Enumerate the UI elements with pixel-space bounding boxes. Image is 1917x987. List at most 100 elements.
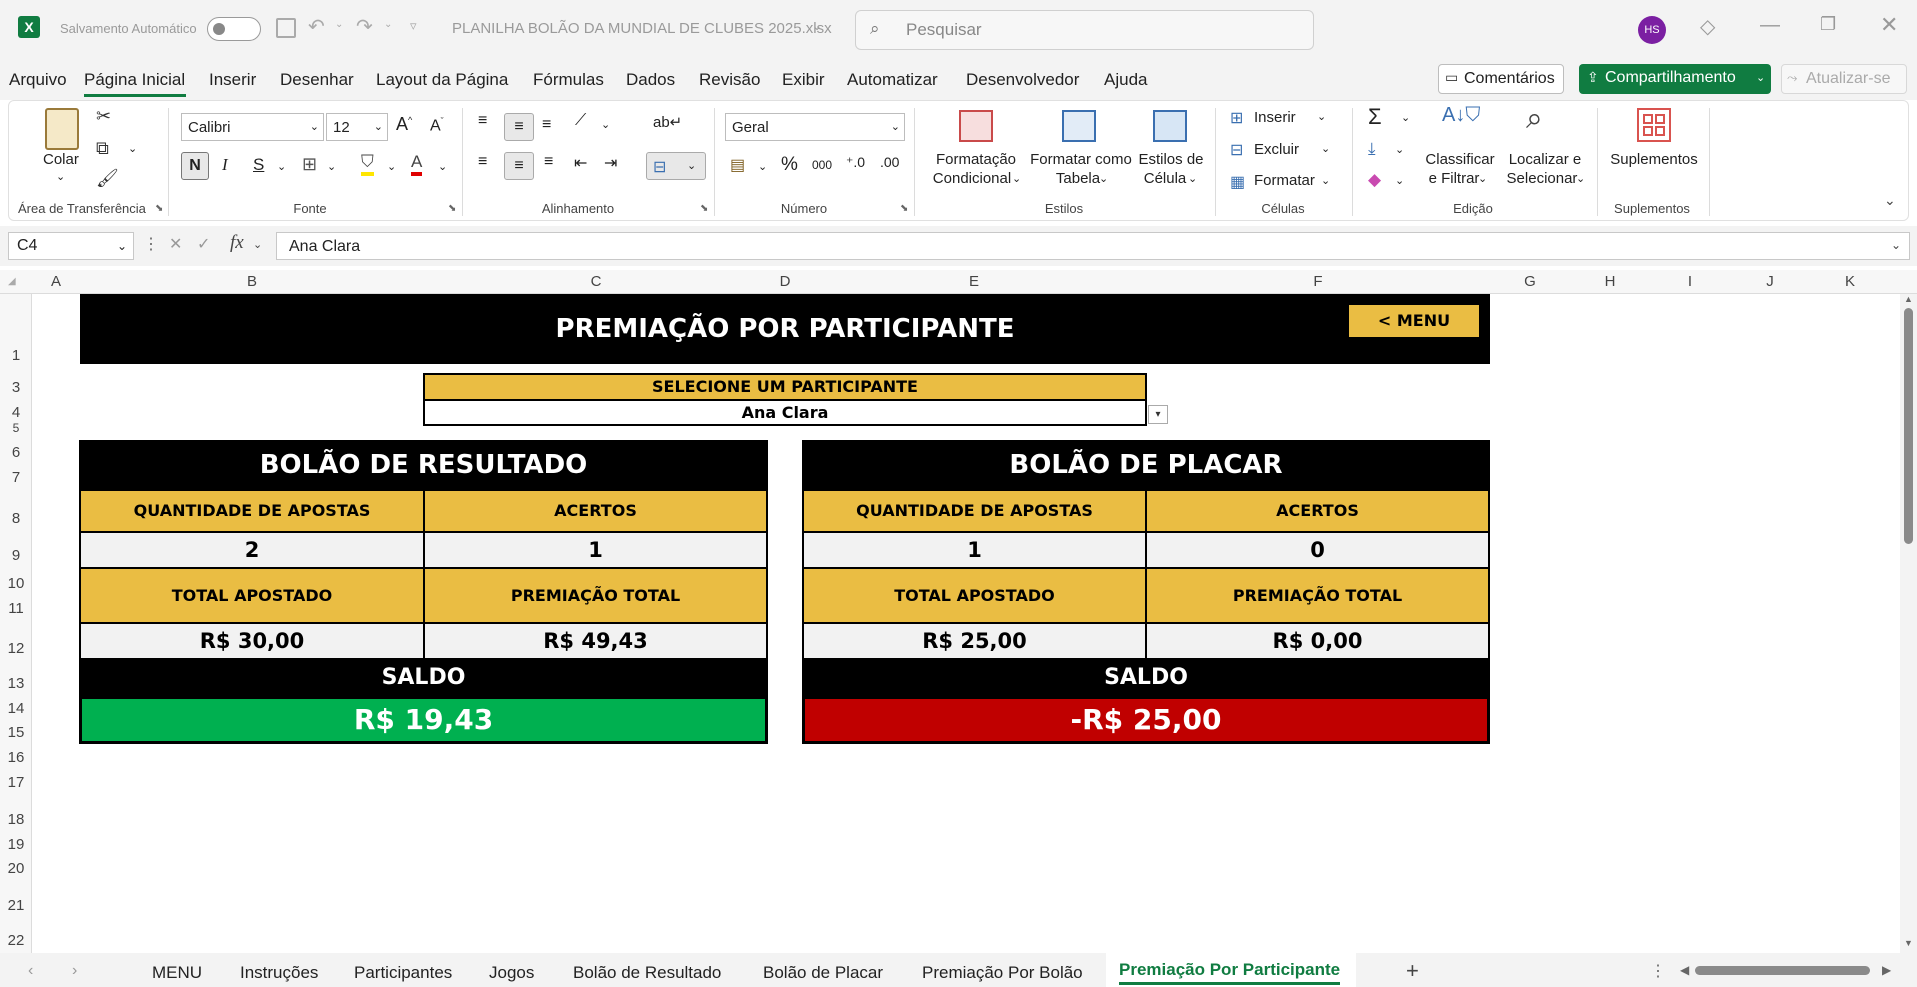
restore-icon[interactable]: ❐ [1820,14,1836,35]
menu-ajuda[interactable]: Ajuda [1104,70,1147,90]
fill-icon[interactable]: ⤓ [1368,139,1376,159]
tab-instrucoes[interactable]: Instruções [240,963,318,983]
wrap-text-icon[interactable]: ab↵ [653,113,682,131]
align-center-icon[interactable]: ≡ [504,152,534,180]
row-header-17[interactable]: 17 [0,774,32,791]
save-icon[interactable] [276,18,296,38]
clear-chevron-icon[interactable]: ⌄ [1395,174,1404,187]
scroll-down-icon[interactable]: ▼ [1904,938,1913,948]
format-cells-icon[interactable]: ▦ [1230,172,1245,192]
column-header-d[interactable]: D [768,270,802,294]
row-header-14[interactable]: 14 [0,700,32,717]
clipboard-launcher-icon[interactable]: ⬊ [155,203,163,214]
font-family-select[interactable]: Calibri ⌄ [181,113,324,141]
customize-toolbar-icon[interactable]: ▿ [410,18,417,34]
cell-styles-label-1[interactable]: Estilos de [1128,150,1214,170]
row-header-8[interactable]: 8 [0,510,32,527]
format-cells-label[interactable]: Formatar [1254,171,1315,191]
column-header-b[interactable]: B [80,270,424,294]
cancel-entry-icon[interactable]: ✕ [169,234,182,254]
formula-input[interactable]: Ana Clara ⌄ [276,232,1910,260]
cell-styles-icon[interactable] [1153,110,1187,142]
row-header-12[interactable]: 12 [0,640,32,657]
font-size-select[interactable]: 12 ⌄ [326,113,388,141]
find-select-label-2[interactable]: Selecionar [1502,169,1582,189]
alignment-launcher-icon[interactable]: ⬊ [700,203,708,214]
insert-cells-label[interactable]: Inserir [1254,108,1296,128]
align-right-icon[interactable]: ≡ [544,153,553,171]
format-as-table-label-1[interactable]: Formatar como [1028,150,1134,170]
underline-button[interactable]: S [253,155,264,175]
conditional-formatting-label-2[interactable]: Condicional [924,169,1020,189]
undo-icon[interactable]: ↶ [308,14,325,39]
font-color-icon[interactable]: A [411,152,423,176]
update-button[interactable]: ⤳ Atualizar-se [1781,64,1907,94]
menu-desenhar[interactable]: Desenhar [280,70,354,90]
more-options-icon[interactable]: ⋮ [143,234,159,254]
vertical-scrollbar[interactable]: ▲ ▼ [1900,294,1917,953]
menu-exibir[interactable]: Exibir [782,70,825,90]
row-header-16[interactable]: 16 [0,749,32,766]
comments-button[interactable]: ▭ Comentários [1438,64,1564,94]
function-chevron-icon[interactable]: ⌄ [253,238,262,251]
sort-filter-chevron-icon[interactable]: ⌄ [1478,172,1487,185]
avatar[interactable]: HS [1638,16,1666,44]
tab-premiacao-participante[interactable]: Premiação Por Participante [1119,960,1341,985]
cell-styles-chevron-icon[interactable]: ⌄ [1188,172,1197,185]
delete-cells-label[interactable]: Excluir [1254,140,1299,160]
tab-bolao-placar[interactable]: Bolão de Placar [763,963,883,983]
conditional-formatting-icon[interactable] [959,110,993,142]
format-as-table-chevron-icon[interactable]: ⌄ [1099,172,1108,185]
redo-dropdown-icon[interactable]: ⌄ [384,19,392,30]
decrease-indent-icon[interactable]: ⇤ [574,153,587,173]
row-header-18[interactable]: 18 [0,811,32,828]
format-as-table-label-2[interactable]: Tabela [1030,169,1126,189]
format-cells-chevron-icon[interactable]: ⌄ [1321,174,1330,187]
bold-button[interactable]: N [181,152,209,180]
sort-filter-label-2[interactable]: e Filtrar [1424,169,1484,189]
minimize-icon[interactable]: — [1760,14,1780,37]
autosum-icon[interactable]: Σ [1368,104,1382,130]
column-header-f[interactable]: F [1146,270,1490,294]
vertical-scroll-thumb[interactable] [1904,308,1913,544]
insert-function-icon[interactable]: fx [230,232,244,254]
conditional-formatting-chevron-icon[interactable]: ⌄ [1012,172,1021,185]
row-header-20[interactable]: 20 [0,860,32,877]
file-name[interactable]: PLANILHA BOLÃO DA MUNDIAL DE CLUBES 2025… [452,20,832,37]
insert-cells-icon[interactable]: ⊞ [1230,108,1243,128]
column-header-g[interactable]: G [1490,270,1570,294]
sort-filter-icon[interactable]: A↓⛉ [1442,104,1480,127]
row-header-9[interactable]: 9 [0,547,32,564]
tab-bolao-resultado[interactable]: Bolão de Resultado [573,963,721,983]
increase-decimal-icon[interactable]: ⁺.0 [846,154,865,171]
fill-color-icon[interactable]: ⛉ [361,152,374,176]
row-header-15[interactable]: 15 [0,724,32,741]
sort-filter-label-1[interactable]: Classificar [1424,150,1496,170]
row-header-6[interactable]: 6 [0,444,32,461]
column-header-h[interactable]: H [1570,270,1650,294]
tab-participantes[interactable]: Participantes [354,963,452,983]
undo-dropdown-icon[interactable]: ⌄ [335,19,343,30]
hscroll-right-icon[interactable]: ▶ [1882,963,1891,977]
column-header-a[interactable]: A [32,270,80,294]
cut-icon[interactable]: ✂ [96,106,111,127]
align-left-icon[interactable]: ≡ [478,153,487,171]
paste-icon[interactable] [45,108,79,150]
menu-revisao[interactable]: Revisão [699,70,760,90]
menu-arquivo[interactable]: Arquivo [9,70,67,90]
row-header-3[interactable]: 3 [0,379,32,396]
addins-icon[interactable] [1637,108,1671,142]
number-format-select[interactable]: Geral ⌄ [725,113,905,141]
tab-jogos[interactable]: Jogos [489,963,534,983]
close-icon[interactable]: ✕ [1880,12,1898,38]
menu-layout[interactable]: Layout da Página [376,70,508,90]
tab-scroll-right-icon[interactable]: › [72,962,77,980]
hscroll-left-icon[interactable]: ◀ [1680,963,1689,977]
row-header-21[interactable]: 21 [0,897,32,914]
menu-link-button[interactable]: < MENU [1349,305,1479,337]
paste-label[interactable]: Colar [43,150,79,170]
tab-premiacao-bolao[interactable]: Premiação Por Bolão [922,963,1083,983]
row-header-4[interactable]: 4 [0,404,32,421]
menu-desenvolvedor[interactable]: Desenvolvedor [966,70,1079,90]
thousands-icon[interactable]: 000 [812,158,832,172]
